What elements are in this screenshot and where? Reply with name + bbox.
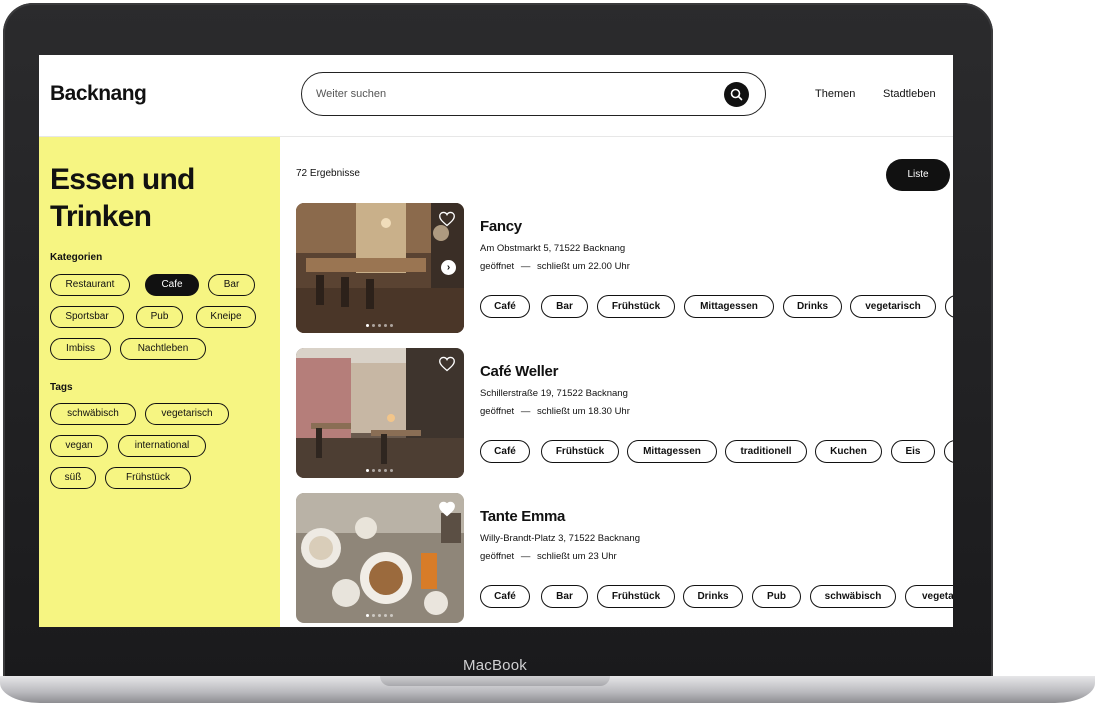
result-tag[interactable]: Café — [480, 585, 530, 608]
category-chip-imbiss[interactable]: Imbiss — [50, 338, 111, 360]
category-chip-bar[interactable]: Bar — [208, 274, 255, 296]
search-button[interactable] — [724, 82, 749, 107]
tag-chip-vegan[interactable]: vegan — [50, 435, 108, 457]
open-status: geöffnet — [480, 406, 515, 417]
favorite-heart-icon[interactable] — [438, 501, 456, 517]
result-image[interactable] — [296, 493, 464, 623]
header: Backnang Themen Stadtleben — [39, 55, 953, 137]
result-tag[interactable]: Mittagessen — [684, 295, 774, 318]
result-tag[interactable]: Café — [480, 440, 530, 463]
search-input[interactable] — [316, 73, 716, 115]
categories-label: Kategorien — [50, 252, 103, 263]
result-tag[interactable]: Drinks — [683, 585, 743, 608]
result-name[interactable]: Café Weller — [480, 363, 558, 380]
tag-chip-schwaebisch[interactable]: schwäbisch — [50, 403, 136, 425]
favorite-heart-icon[interactable] — [438, 356, 456, 372]
closing-time: schließt um 23 Uhr — [536, 551, 617, 562]
result-tag[interactable]: Kuchen — [815, 440, 882, 463]
closing-time: schließt um 18.30 Uhr — [536, 406, 630, 417]
screen: Backnang Themen Stadtleben Essen und Tri… — [39, 55, 953, 627]
separator: — — [520, 551, 531, 562]
result-address: Schillerstraße 19, 71522 Backnang — [480, 388, 628, 399]
category-chip-cafe[interactable]: Cafe — [145, 274, 199, 296]
opening-hours: geöffnet — schließt um 18.30 Uhr — [480, 406, 630, 417]
open-status: geöffnet — [480, 261, 515, 272]
category-chip-nachtleben[interactable]: Nachtleben — [120, 338, 206, 360]
favorite-heart-icon[interactable] — [438, 211, 456, 227]
nav-themen[interactable]: Themen — [815, 88, 855, 100]
closing-time: schließt um 22.00 Uhr — [536, 261, 630, 272]
result-tag[interactable]: Frühstück — [597, 295, 675, 318]
result-name[interactable]: Fancy — [480, 218, 522, 235]
result-tag[interactable]: traditionell — [725, 440, 807, 463]
list-view-button[interactable]: Liste — [886, 159, 950, 191]
category-chip-restaurant[interactable]: Restaurant — [50, 274, 130, 296]
tag-chip-vegetarisch[interactable]: vegetarisch — [145, 403, 229, 425]
result-card[interactable]: › Fancy Am Obstmarkt 5, 71522 Backnang g… — [296, 203, 953, 333]
site-logo[interactable]: Backnang — [50, 82, 147, 106]
result-card[interactable]: Tante Emma Willy-Brandt-Platz 3, 71522 B… — [296, 493, 953, 623]
opening-hours: geöffnet — schließt um 22.00 Uhr — [480, 261, 630, 272]
result-tag[interactable]: Bar — [541, 295, 588, 318]
category-chip-kneipe[interactable]: Kneipe — [196, 306, 256, 328]
tag-chip-international[interactable]: international — [118, 435, 206, 457]
result-address: Willy-Brandt-Platz 3, 71522 Backnang — [480, 533, 640, 544]
result-tag[interactable]: Frühstück — [597, 585, 675, 608]
tag-chip-suess[interactable]: süß — [50, 467, 96, 489]
separator: — — [520, 261, 531, 272]
image-pagination-dots — [366, 324, 393, 327]
opening-hours: geöffnet — schließt um 23 Uhr — [480, 551, 617, 562]
category-chip-pub[interactable]: Pub — [136, 306, 183, 328]
laptop-base-notch — [380, 676, 610, 686]
result-name[interactable]: Tante Emma — [480, 508, 565, 525]
filter-sidebar: Essen und Trinken Kategorien Restaurant … — [39, 137, 280, 627]
result-tag[interactable]: Café — [480, 295, 530, 318]
search-bar — [301, 72, 766, 116]
result-tag[interactable]: Eis — [891, 440, 935, 463]
open-status: geöffnet — [480, 551, 515, 562]
result-tag[interactable] — [945, 295, 953, 318]
result-tag[interactable]: schwäbisch — [810, 585, 896, 608]
results-count: 72 Ergebnisse — [296, 168, 360, 179]
result-tag[interactable]: vegeta — [905, 585, 953, 608]
category-chip-sportsbar[interactable]: Sportsbar — [50, 306, 124, 328]
result-tag[interactable] — [944, 440, 953, 463]
device-label: MacBook — [463, 657, 527, 674]
nav-stadtleben[interactable]: Stadtleben — [883, 88, 936, 100]
result-card[interactable]: Café Weller Schillerstraße 19, 71522 Bac… — [296, 348, 953, 478]
separator: — — [520, 406, 531, 417]
result-image[interactable]: › — [296, 203, 464, 333]
result-tag[interactable]: Frühstück — [541, 440, 619, 463]
tag-chip-fruehstueck[interactable]: Frühstück — [105, 467, 191, 489]
result-tag[interactable]: Mittagessen — [627, 440, 717, 463]
next-image-button[interactable]: › — [441, 260, 456, 275]
result-image[interactable] — [296, 348, 464, 478]
search-icon — [730, 88, 743, 101]
result-tag[interactable]: vegetarisch — [850, 295, 936, 318]
result-tag[interactable]: Bar — [541, 585, 588, 608]
result-tag[interactable]: Drinks — [783, 295, 842, 318]
page-title: Essen und Trinken — [50, 163, 195, 233]
image-pagination-dots — [366, 614, 393, 617]
image-pagination-dots — [366, 469, 393, 472]
result-address: Am Obstmarkt 5, 71522 Backnang — [480, 243, 626, 254]
result-tag[interactable]: Pub — [752, 585, 801, 608]
tags-label: Tags — [50, 382, 73, 393]
